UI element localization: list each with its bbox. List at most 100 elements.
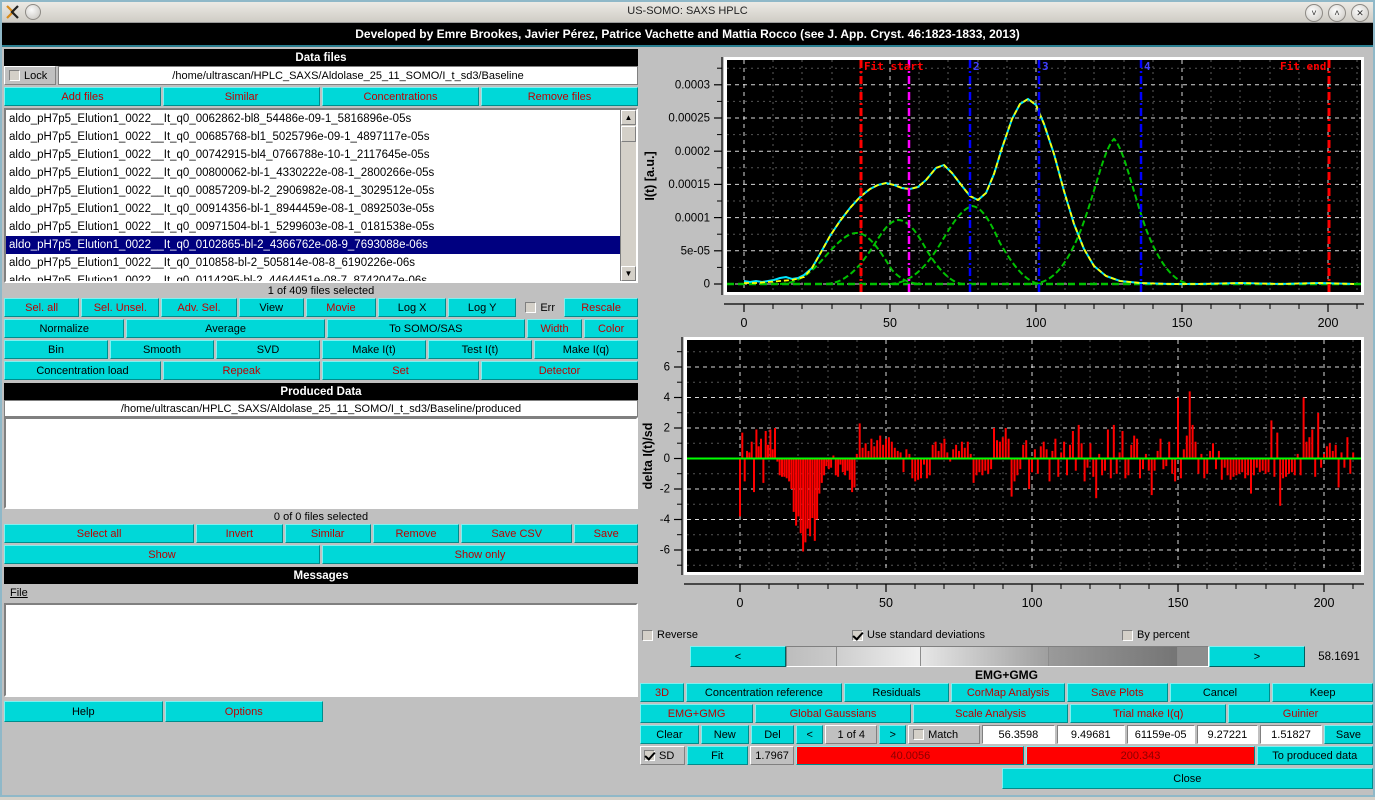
help-button[interactable]: Help (4, 701, 163, 722)
err-toggle[interactable]: Err (518, 298, 562, 317)
use-sd-toggle[interactable]: Use standard deviations (852, 629, 1122, 641)
intensity-plot[interactable]: Fit start 2 3 4 Fit end (640, 49, 1373, 331)
detector-button[interactable]: Detector (481, 361, 638, 380)
lock-checkbox[interactable] (9, 70, 20, 81)
log-x-button[interactable]: Log X (378, 298, 446, 317)
cormap-analysis-button[interactable]: CorMap Analysis (951, 683, 1065, 702)
normalize-button[interactable]: Normalize (4, 319, 124, 338)
minimize-icon[interactable]: ˅ (1305, 4, 1323, 22)
slider-segment[interactable] (1049, 647, 1177, 666)
produced-data-list[interactable] (4, 417, 638, 509)
movie-button[interactable]: Movie (306, 298, 376, 317)
select-all-button[interactable]: Select all (4, 524, 194, 543)
clear-button[interactable]: Clear (640, 725, 699, 744)
gaussian-center-field[interactable]: 56.3598 (982, 725, 1055, 744)
to-somo-sas-button[interactable]: To SOMO/SAS (327, 319, 525, 338)
list-item[interactable]: aldo_pH7p5_Elution1_0022__It_q0_0062862-… (6, 110, 620, 128)
adv-sel-button[interactable]: Adv. Sel. (161, 298, 236, 317)
fit-start-field[interactable]: 40.0056 (796, 746, 1024, 765)
match-toggle[interactable]: Match (908, 725, 980, 744)
make-iq-button[interactable]: Make I(q) (534, 340, 638, 359)
smooth-button[interactable]: Smooth (110, 340, 214, 359)
messages-textarea[interactable] (4, 603, 638, 697)
new-button[interactable]: New (701, 725, 749, 744)
reverse-checkbox[interactable] (642, 630, 653, 641)
list-item[interactable]: aldo_pH7p5_Elution1_0022__It_q0_00971504… (6, 218, 620, 236)
del-button[interactable]: Del (751, 725, 795, 744)
residuals-plot[interactable]: 6 4 2 0 -2 -4 -6 delta I(t)/sd (640, 331, 1373, 626)
keep-button[interactable]: Keep (1272, 683, 1373, 702)
sel-unsel-button[interactable]: Sel. Unsel. (81, 298, 159, 317)
lock-toggle[interactable]: Lock (4, 66, 56, 85)
slider-segment[interactable] (837, 647, 921, 666)
bin-button[interactable]: Bin (4, 340, 108, 359)
trial-make-iq-button[interactable]: Trial make I(q) (1070, 704, 1226, 723)
close-icon[interactable]: ✕ (1351, 4, 1369, 22)
slider-prev-button[interactable]: < (690, 646, 786, 667)
gaussian-prev-button[interactable]: < (796, 725, 823, 744)
show-only-button[interactable]: Show only (322, 545, 638, 564)
use-sd-checkbox[interactable] (852, 630, 863, 641)
gaussian-amplitude-field[interactable]: 61159e-05 (1127, 725, 1195, 744)
produced-remove-button[interactable]: Remove (373, 524, 459, 543)
options-button[interactable]: Options (165, 701, 324, 722)
scroll-up-icon[interactable]: ▲ (621, 110, 636, 125)
concentrations-button[interactable]: Concentrations (322, 87, 479, 106)
list-item-selected[interactable]: aldo_pH7p5_Elution1_0022__It_q0_0102865-… (6, 236, 620, 254)
similar-button[interactable]: Similar (163, 87, 320, 106)
list-item[interactable]: aldo_pH7p5_Elution1_0022__It_q0_00857209… (6, 182, 620, 200)
produced-save-button[interactable]: Save (574, 524, 638, 543)
log-y-button[interactable]: Log Y (448, 298, 516, 317)
color-button[interactable]: Color (584, 319, 638, 338)
average-button[interactable]: Average (126, 319, 324, 338)
menu-file[interactable]: File (10, 587, 28, 599)
data-files-path[interactable]: /home/ultrascan/HPLC_SAXS/Aldolase_25_11… (58, 66, 638, 85)
cancel-button[interactable]: Cancel (1170, 683, 1271, 702)
data-files-scrollbar[interactable]: ▲ ▼ (620, 110, 636, 281)
repeak-button[interactable]: Repeak (163, 361, 320, 380)
3d-button[interactable]: 3D (640, 683, 684, 702)
fit-button[interactable]: Fit (687, 746, 748, 765)
gaussian-save-button[interactable]: Save (1324, 725, 1373, 744)
view-button[interactable]: View (239, 298, 304, 317)
produced-similar-button[interactable]: Similar (285, 524, 371, 543)
match-checkbox[interactable] (913, 729, 924, 740)
list-item[interactable]: aldo_pH7p5_Elution1_0022__It_q0_00800062… (6, 164, 620, 182)
sel-all-button[interactable]: Sel. all (4, 298, 79, 317)
to-produced-data-button[interactable]: To produced data (1257, 746, 1373, 765)
sd-toggle[interactable]: SD (640, 746, 685, 765)
slider-segment[interactable] (787, 647, 837, 666)
emg-gmg-button[interactable]: EMG+GMG (640, 704, 753, 723)
scrollbar-thumb[interactable] (621, 126, 636, 142)
show-button[interactable]: Show (4, 545, 320, 564)
concentration-reference-button[interactable]: Concentration reference (686, 683, 842, 702)
data-files-list[interactable]: aldo_pH7p5_Elution1_0022__It_q0_0062862-… (4, 108, 638, 283)
width-button[interactable]: Width (527, 319, 582, 338)
gaussian-next-button[interactable]: > (879, 725, 906, 744)
gaussian-param5-field[interactable]: 1.51827 (1260, 725, 1322, 744)
rescale-button[interactable]: Rescale (564, 298, 638, 317)
list-item[interactable]: aldo_pH7p5_Elution1_0022__It_q0_010858-b… (6, 254, 620, 272)
list-item[interactable]: aldo_pH7p5_Elution1_0022__It_q0_00742915… (6, 146, 620, 164)
list-item[interactable]: aldo_pH7p5_Elution1_0022__It_q0_00685768… (6, 128, 620, 146)
fit-end-field[interactable]: 200.343 (1026, 746, 1254, 765)
scale-analysis-button[interactable]: Scale Analysis (913, 704, 1069, 723)
make-it-button[interactable]: Make I(t) (322, 340, 426, 359)
slider-next-button[interactable]: > (1209, 646, 1305, 667)
save-plots-button[interactable]: Save Plots (1067, 683, 1168, 702)
by-percent-toggle[interactable]: By percent (1122, 629, 1190, 641)
test-it-button[interactable]: Test I(t) (428, 340, 532, 359)
add-files-button[interactable]: Add files (4, 87, 161, 106)
reverse-toggle[interactable]: Reverse (640, 629, 852, 641)
scroll-down-icon[interactable]: ▼ (621, 266, 636, 281)
messages-menubar[interactable]: File (4, 584, 638, 601)
list-item[interactable]: aldo_pH7p5_Elution1_0022__It_q0_0114295-… (6, 272, 620, 281)
save-csv-button[interactable]: Save CSV (461, 524, 572, 543)
slider-thumb[interactable] (1178, 647, 1208, 666)
list-item[interactable]: aldo_pH7p5_Elution1_0022__It_q0_00914356… (6, 200, 620, 218)
sd-checkbox[interactable] (644, 750, 655, 761)
remove-files-button[interactable]: Remove files (481, 87, 638, 106)
by-percent-checkbox[interactable] (1122, 630, 1133, 641)
err-checkbox[interactable] (525, 302, 536, 313)
slider-segment[interactable] (921, 647, 1049, 666)
